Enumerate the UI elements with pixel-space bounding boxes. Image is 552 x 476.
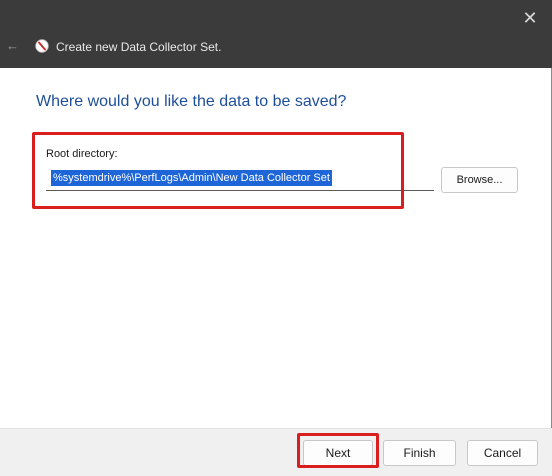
close-icon[interactable]: ✕ [518,6,542,30]
performance-monitor-icon [35,39,49,53]
browse-button[interactable]: Browse... [441,167,518,193]
page-heading: Where would you like the data to be save… [36,93,347,110]
annotation-highlight-next [297,433,379,468]
title-bar: ✕ ← Create new Data Collector Set. [0,0,552,68]
finish-button[interactable]: Finish [383,440,456,466]
window-title: Create new Data Collector Set. [56,40,222,54]
dialog-window: ✕ ← Create new Data Collector Set. Where… [0,0,552,476]
cancel-button[interactable]: Cancel [467,440,538,466]
annotation-highlight-box [32,132,404,209]
back-arrow-icon[interactable]: ← [6,38,20,54]
